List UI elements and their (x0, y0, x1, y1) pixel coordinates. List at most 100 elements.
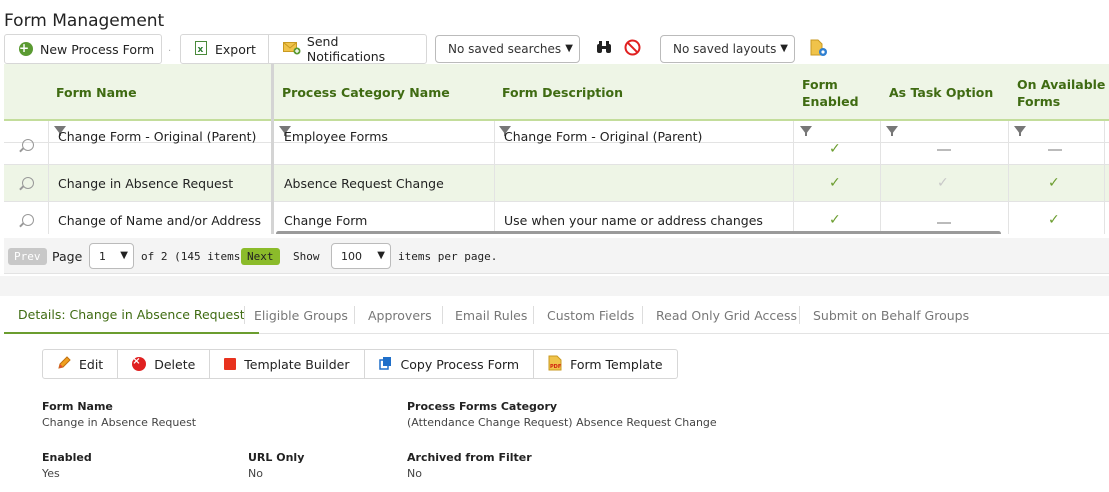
archived-field: Archived from Filter No (407, 451, 532, 480)
page-label: Page (52, 248, 83, 264)
cell-form-name: Change of Name and/or Address (58, 212, 261, 228)
copy-icon (378, 356, 393, 373)
page-size-value: 100 (341, 249, 362, 263)
horizontal-scrollbar[interactable] (276, 231, 1001, 234)
page-count-text: of 2 (145 items) (141, 249, 247, 263)
tab-separator (442, 306, 443, 324)
prev-page-button[interactable]: Prev (8, 247, 47, 265)
tab-read-only-grid-access[interactable]: Read Only Grid Access (656, 296, 797, 334)
tab-separator (799, 306, 800, 324)
cell-description: Use when your name or address changes (504, 212, 763, 228)
pencil-icon (57, 355, 71, 373)
send-notifications-label: Send Notifications (306, 34, 386, 64)
checkmark-icon: ✓ (1048, 212, 1060, 228)
dash-icon (937, 222, 951, 224)
cell-category: Absence Request Change (284, 175, 444, 191)
clear-filter-icon[interactable] (624, 39, 641, 60)
form-template-label: Form Template (570, 356, 663, 372)
column-divider (880, 121, 881, 234)
saved-searches-value: No saved searches (448, 42, 562, 56)
column-header-available-forms[interactable]: On Available Forms (1017, 64, 1107, 121)
template-builder-button[interactable]: Template Builder (210, 350, 365, 378)
new-process-form-label: New Process Form (40, 41, 155, 57)
saved-layouts-select[interactable]: No saved layouts ▼ (660, 35, 795, 63)
new-process-form-button[interactable]: + New Process Form (4, 34, 162, 64)
chevron-down-icon: ▼ (780, 43, 788, 54)
chevron-down-icon: ▼ (565, 43, 573, 54)
tab-approvers[interactable]: Approvers (368, 296, 432, 334)
view-details-icon[interactable] (22, 139, 34, 151)
send-notifications-button[interactable]: Send Notifications (269, 34, 426, 64)
form-name-field: Form Name Change in Absence Request (42, 400, 196, 429)
column-header-form-enabled[interactable]: Form Enabled (802, 64, 872, 121)
column-header-category[interactable]: Process Category Name (282, 64, 450, 121)
tab-separator (642, 306, 643, 324)
frozen-column-divider[interactable] (271, 64, 274, 234)
column-divider (1008, 121, 1009, 234)
view-details-icon[interactable] (22, 214, 34, 226)
tab-custom-fields[interactable]: Custom Fields (547, 296, 634, 334)
dash-icon (1048, 149, 1062, 151)
table-row[interactable]: Change of Name and/or Address Change For… (4, 202, 1109, 234)
svg-text:x: x (198, 45, 204, 55)
archived-value: No (407, 467, 422, 480)
edit-button[interactable]: Edit (43, 350, 119, 378)
items-per-page-label: items per page. (398, 249, 498, 263)
dash-icon (937, 149, 951, 151)
view-details-icon[interactable] (22, 177, 34, 189)
edit-label: Edit (79, 356, 104, 372)
checkmark-icon: ✓ (829, 212, 841, 228)
saved-layouts-value: No saved layouts (673, 42, 777, 56)
column-divider (1104, 121, 1105, 234)
export-button[interactable]: x Export (181, 35, 269, 63)
category-field: Process Forms Category (Attendance Chang… (407, 400, 717, 429)
binoculars-icon[interactable] (596, 40, 612, 58)
url-only-label: URL Only (248, 451, 305, 464)
checkmark-icon: ✓ (937, 175, 949, 191)
tab-email-rules[interactable]: Email Rules (455, 296, 527, 334)
column-header-form-name[interactable]: Form Name (56, 64, 137, 121)
saved-searches-select[interactable]: No saved searches ▼ (435, 35, 580, 63)
forms-grid: Form Name Process Category Name Form Des… (4, 64, 1109, 234)
delete-label: Delete (154, 356, 196, 372)
chevron-down-icon: ▼ (120, 250, 128, 261)
column-header-task-option[interactable]: As Task Option (889, 64, 993, 121)
delete-button[interactable]: × Delete (118, 350, 211, 378)
grid-header: Form Name Process Category Name Form Des… (4, 64, 1109, 121)
cell-category: Employee Forms (284, 128, 388, 144)
page-number-select[interactable]: 1 ▼ (89, 243, 134, 269)
tab-submit-on-behalf-groups[interactable]: Submit on Behalf Groups (813, 296, 969, 334)
pager: Prev Page 1 ▼ of 2 (145 items) Next Show… (4, 238, 1109, 274)
checkmark-icon: ✓ (829, 141, 841, 157)
export-label: Export (215, 41, 256, 57)
next-page-button[interactable]: Next (241, 247, 280, 265)
cell-description: Change Form - Original (Parent) (504, 128, 703, 144)
tab-separator (354, 306, 355, 324)
cell-form-name: Change in Absence Request (58, 175, 234, 191)
copy-process-form-button[interactable]: Copy Process Form (365, 350, 535, 378)
section-divider (0, 276, 1109, 296)
layout-settings-icon[interactable] (810, 39, 830, 62)
form-template-button[interactable]: PDF Form Template (534, 350, 677, 378)
tab-separator (244, 306, 245, 324)
table-row-selected[interactable]: Change in Absence Request Absence Reques… (4, 165, 1109, 202)
enabled-label: Enabled (42, 451, 92, 464)
plus-icon: + (19, 42, 33, 56)
tab-details[interactable]: Details: Change in Absence Request (4, 296, 259, 334)
checkmark-icon: ✓ (829, 175, 841, 191)
tab-eligible-groups[interactable]: Eligible Groups (254, 296, 348, 334)
table-row[interactable]: Change Form - Original (Parent) Employee… (4, 128, 1109, 165)
column-divider (793, 121, 794, 234)
category-label: Process Forms Category (407, 400, 558, 413)
url-only-value: No (248, 467, 263, 480)
page-size-select[interactable]: 100 ▼ (331, 243, 391, 269)
form-name-label: Form Name (42, 400, 113, 413)
column-divider (48, 121, 49, 234)
delete-icon: × (132, 357, 147, 371)
excel-icon: x (195, 40, 207, 58)
chevron-down-icon: ▼ (377, 250, 385, 261)
column-header-description[interactable]: Form Description (502, 64, 623, 121)
checkmark-icon: ✓ (1048, 175, 1060, 191)
pdf-icon: PDF (548, 355, 562, 374)
template-builder-icon (224, 358, 237, 370)
